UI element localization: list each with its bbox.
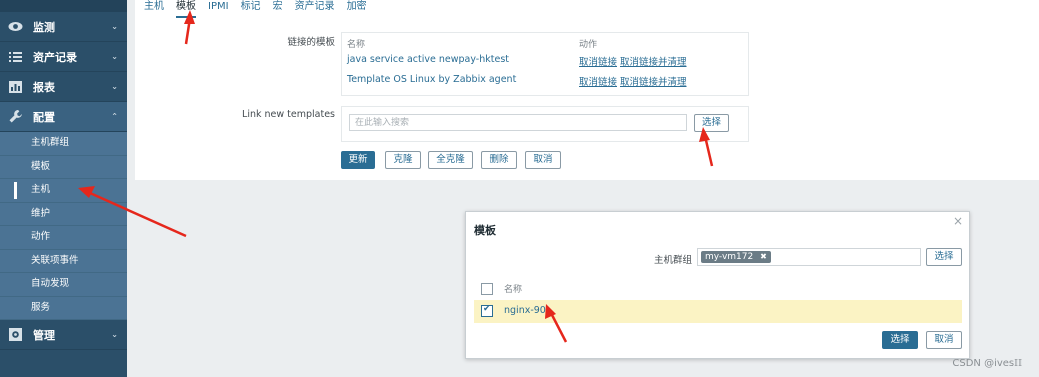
linked-templates-table: 名称 动作 java service active newpay-hktest … [341,32,749,96]
column-action: 动作 [579,40,598,50]
host-form-panel: 主机 模板 IPMI 标记 宏 资产记录 加密 链接的模板 名称 动作 java… [135,0,1039,180]
submenu-templates[interactable]: 模板 [0,156,127,179]
link-new-templates-label: Link new templates [242,109,335,120]
tab-templates[interactable]: 模板 [176,0,196,18]
sidebar-item-label: 配置 [33,110,55,124]
chevron-down-icon: ⌄ [111,22,118,31]
sidebar-top-bar [0,0,127,12]
config-submenu: 主机群组 模板 主机 维护 动作 关联项事件 自动发现 服务 [0,132,127,320]
delete-button[interactable]: 删除 [481,151,517,169]
chip-label: my-vm172 [705,252,754,262]
remove-chip-icon[interactable]: ✖ [760,252,767,261]
link-new-templates-box: 在此输入搜索 选择 [341,106,749,142]
watermark: CSDN @ives𝕀𝕀 [952,358,1022,369]
host-tabs: 主机 模板 IPMI 标记 宏 资产记录 加密 [144,0,379,18]
tab-tags[interactable]: 标记 [241,0,261,16]
chevron-down-icon: ⌄ [111,52,118,61]
column-name: 名称 [504,285,523,295]
chevron-up-icon: ⌃ [111,112,118,121]
template-link[interactable]: Template OS Linux by Zabbix agent [347,74,516,85]
sidebar-item-administration[interactable]: 管理 ⌄ [0,320,127,350]
list-header: 名称 [474,278,962,301]
linked-templates-label: 链接的模板 [287,37,335,48]
submenu-host-groups[interactable]: 主机群组 [0,132,127,156]
tab-macros[interactable]: 宏 [273,0,283,16]
full-clone-button[interactable]: 全克隆 [428,151,473,169]
dialog-cancel-button[interactable]: 取消 [926,331,962,349]
template-select-dialog: 模板 × 主机群组 my-vm172 ✖ 选择 名称 nginx-90 选择 取… [465,211,970,359]
tab-host[interactable]: 主机 [144,0,164,16]
host-group-chip: my-vm172 ✖ [701,251,771,263]
list-item[interactable]: nginx-90 [474,300,962,323]
clone-button[interactable]: 克隆 [385,151,421,169]
sidebar: 监测 ⌄ 资产记录 ⌄ 报表 ⌄ 配置 ⌃ 主机群组 模板 主机 维护 动作 关… [0,0,127,377]
sidebar-item-monitoring[interactable]: 监测 ⌄ [0,12,127,42]
cancel-button[interactable]: 取消 [525,151,561,169]
unlink-button[interactable]: 取消链接 [579,74,617,88]
select-templates-button[interactable]: 选择 [694,114,729,132]
select-all-checkbox[interactable] [481,283,493,295]
submenu-discovery[interactable]: 自动发现 [0,273,127,297]
chart-icon [8,80,23,93]
host-group-multiselect[interactable]: my-vm172 ✖ [697,248,921,266]
unlink-and-clear-button[interactable]: 取消链接并清理 [620,74,687,88]
gear-icon [8,328,23,341]
chevron-down-icon: ⌄ [111,82,118,91]
update-button[interactable]: 更新 [341,151,375,169]
submenu-actions[interactable]: 动作 [0,226,127,250]
sidebar-item-label: 报表 [33,80,55,94]
column-name: 名称 [347,40,366,50]
chevron-down-icon: ⌄ [111,330,118,339]
tab-encryption[interactable]: 加密 [347,0,367,16]
template-name-link[interactable]: nginx-90 [504,305,546,316]
list-icon [8,50,23,63]
sidebar-item-label: 管理 [33,328,55,342]
host-group-label: 主机群组 [654,255,693,266]
sidebar-item-inventory[interactable]: 资产记录 ⌄ [0,42,127,72]
sidebar-item-label: 资产记录 [33,50,77,64]
dialog-title: 模板 [474,224,496,237]
dialog-select-button[interactable]: 选择 [882,331,918,349]
eye-icon [8,20,23,33]
submenu-services[interactable]: 服务 [0,297,127,320]
submenu-hosts[interactable]: 主机 [0,179,127,203]
submenu-event-correlation[interactable]: 关联项事件 [0,250,127,273]
sidebar-item-reports[interactable]: 报表 ⌄ [0,72,127,102]
unlink-and-clear-button[interactable]: 取消链接并清理 [620,54,687,68]
close-icon[interactable]: × [953,214,963,228]
template-search-input[interactable]: 在此输入搜索 [349,114,687,131]
select-group-button[interactable]: 选择 [926,248,962,266]
tab-inventory[interactable]: 资产记录 [295,0,335,16]
row-checkbox[interactable] [481,304,493,317]
template-link[interactable]: java service active newpay-hktest [347,54,509,65]
unlink-button[interactable]: 取消链接 [579,54,617,68]
tab-ipmi[interactable]: IPMI [208,0,229,16]
sidebar-item-label: 监测 [33,20,55,34]
sidebar-item-configuration[interactable]: 配置 ⌃ [0,102,127,132]
wrench-icon [8,110,23,123]
submenu-maintenance[interactable]: 维护 [0,203,127,226]
